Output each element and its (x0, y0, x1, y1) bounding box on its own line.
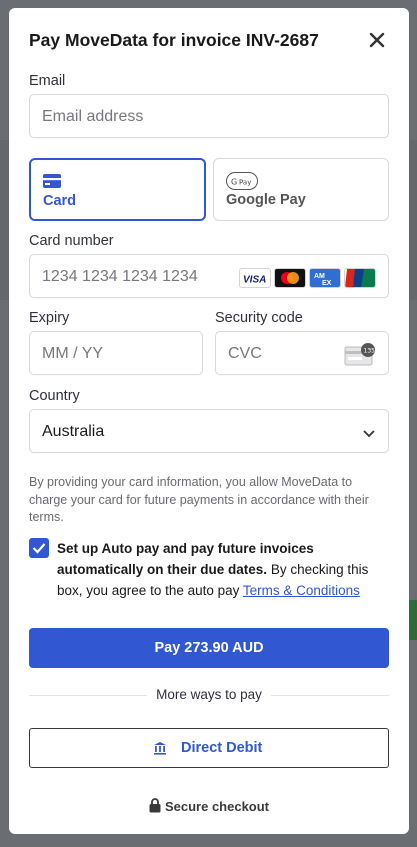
tab-google-pay[interactable]: G Pay Google Pay (213, 158, 389, 221)
svg-text:G: G (231, 178, 237, 187)
security-code-placeholder: CVC (228, 345, 262, 362)
lock-icon (149, 798, 161, 813)
svg-text:Pay: Pay (239, 179, 251, 187)
background-row-band (409, 140, 417, 300)
country-label: Country (29, 388, 80, 404)
bank-icon (153, 741, 167, 760)
security-code-field[interactable]: CVC 135 (215, 331, 389, 375)
secure-checkout: Secure checkout (9, 798, 409, 814)
background-button-edge (409, 600, 417, 640)
tab-card[interactable]: Card (29, 158, 206, 221)
card-icon (43, 174, 61, 193)
expiry-placeholder: MM / YY (42, 345, 104, 362)
expiry-label: Expiry (29, 310, 70, 326)
amex-icon: AM EX (309, 268, 341, 288)
card-number-label: Card number (29, 233, 114, 249)
expiry-field[interactable]: MM / YY (29, 331, 203, 375)
checkmark-icon (32, 543, 46, 554)
close-icon[interactable] (367, 30, 387, 50)
direct-debit-button[interactable]: Direct Debit (29, 728, 389, 768)
security-code-label: Security code (215, 310, 303, 326)
email-label: Email (29, 73, 66, 89)
visa-icon: VISA (239, 268, 271, 288)
background-row-band (0, 140, 9, 300)
pay-button[interactable]: Pay 273.90 AUD (29, 628, 389, 668)
more-ways-divider: More ways to pay (9, 687, 409, 702)
mastercard-icon (274, 268, 306, 288)
svg-text:AM: AM (314, 273, 325, 280)
email-placeholder: Email address (42, 108, 144, 125)
terms-link[interactable]: Terms & Conditions (243, 583, 360, 598)
svg-text:VISA: VISA (243, 275, 266, 286)
modal-title: Pay MoveData for invoice INV-2687 (29, 30, 319, 50)
card-number-placeholder: 1234 1234 1234 1234 (42, 268, 198, 285)
cvc-card-icon: 135 (344, 342, 376, 371)
chevron-down-icon (362, 426, 376, 444)
svg-text:EX: EX (322, 280, 332, 287)
unionpay-icon (344, 268, 376, 288)
svg-text:135: 135 (364, 348, 376, 355)
direct-debit-label: Direct Debit (181, 740, 263, 756)
country-value: Australia (42, 423, 105, 440)
autopay-checkbox[interactable] (29, 538, 49, 558)
autopay-text: Set up Auto pay and pay future invoices … (57, 538, 377, 601)
payment-modal: Pay MoveData for invoice INV-2687 Email … (9, 8, 409, 834)
email-field[interactable]: Email address (29, 94, 389, 138)
secure-checkout-label: Secure checkout (164, 799, 270, 814)
country-select[interactable]: Australia (29, 409, 389, 453)
card-authorization-notice: By providing your card information, you … (29, 475, 369, 524)
tab-google-pay-label: Google Pay (226, 192, 306, 208)
tab-card-label: Card (43, 193, 77, 209)
more-ways-label: More ways to pay (148, 687, 270, 702)
card-number-field[interactable]: 1234 1234 1234 1234 VISA AM EX (29, 254, 389, 298)
